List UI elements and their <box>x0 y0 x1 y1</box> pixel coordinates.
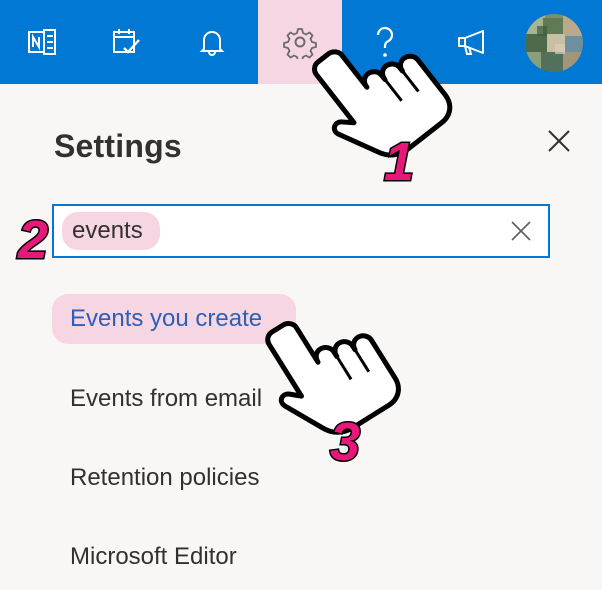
help-icon <box>376 26 394 57</box>
search-result-events-from-email[interactable]: Events from email <box>70 385 262 413</box>
close-button[interactable] <box>544 126 574 156</box>
close-icon <box>548 130 570 152</box>
help-button[interactable] <box>343 0 427 84</box>
settings-button[interactable] <box>258 0 342 84</box>
settings-search-box <box>52 204 550 258</box>
search-input[interactable] <box>72 212 492 250</box>
search-result-events-you-create[interactable]: Events you create <box>70 305 262 333</box>
avatar[interactable] <box>525 14 583 72</box>
whats-new-button[interactable] <box>430 0 514 84</box>
onenote-feed-button[interactable] <box>0 0 84 84</box>
search-result-retention-policies[interactable]: Retention policies <box>70 464 259 492</box>
notifications-button[interactable] <box>170 0 254 84</box>
clear-search-button[interactable] <box>510 220 532 242</box>
calendar-check-icon <box>113 29 140 54</box>
my-day-button[interactable] <box>84 0 168 84</box>
megaphone-icon <box>458 30 484 55</box>
close-icon <box>511 221 531 241</box>
top-bar <box>0 0 602 84</box>
bell-icon <box>199 31 225 56</box>
search-result-microsoft-editor[interactable]: Microsoft Editor <box>70 543 237 571</box>
page-title: Settings <box>54 128 182 164</box>
profile-photo <box>525 14 583 72</box>
onenote-feed-icon <box>28 29 56 55</box>
gear-icon <box>283 28 317 59</box>
